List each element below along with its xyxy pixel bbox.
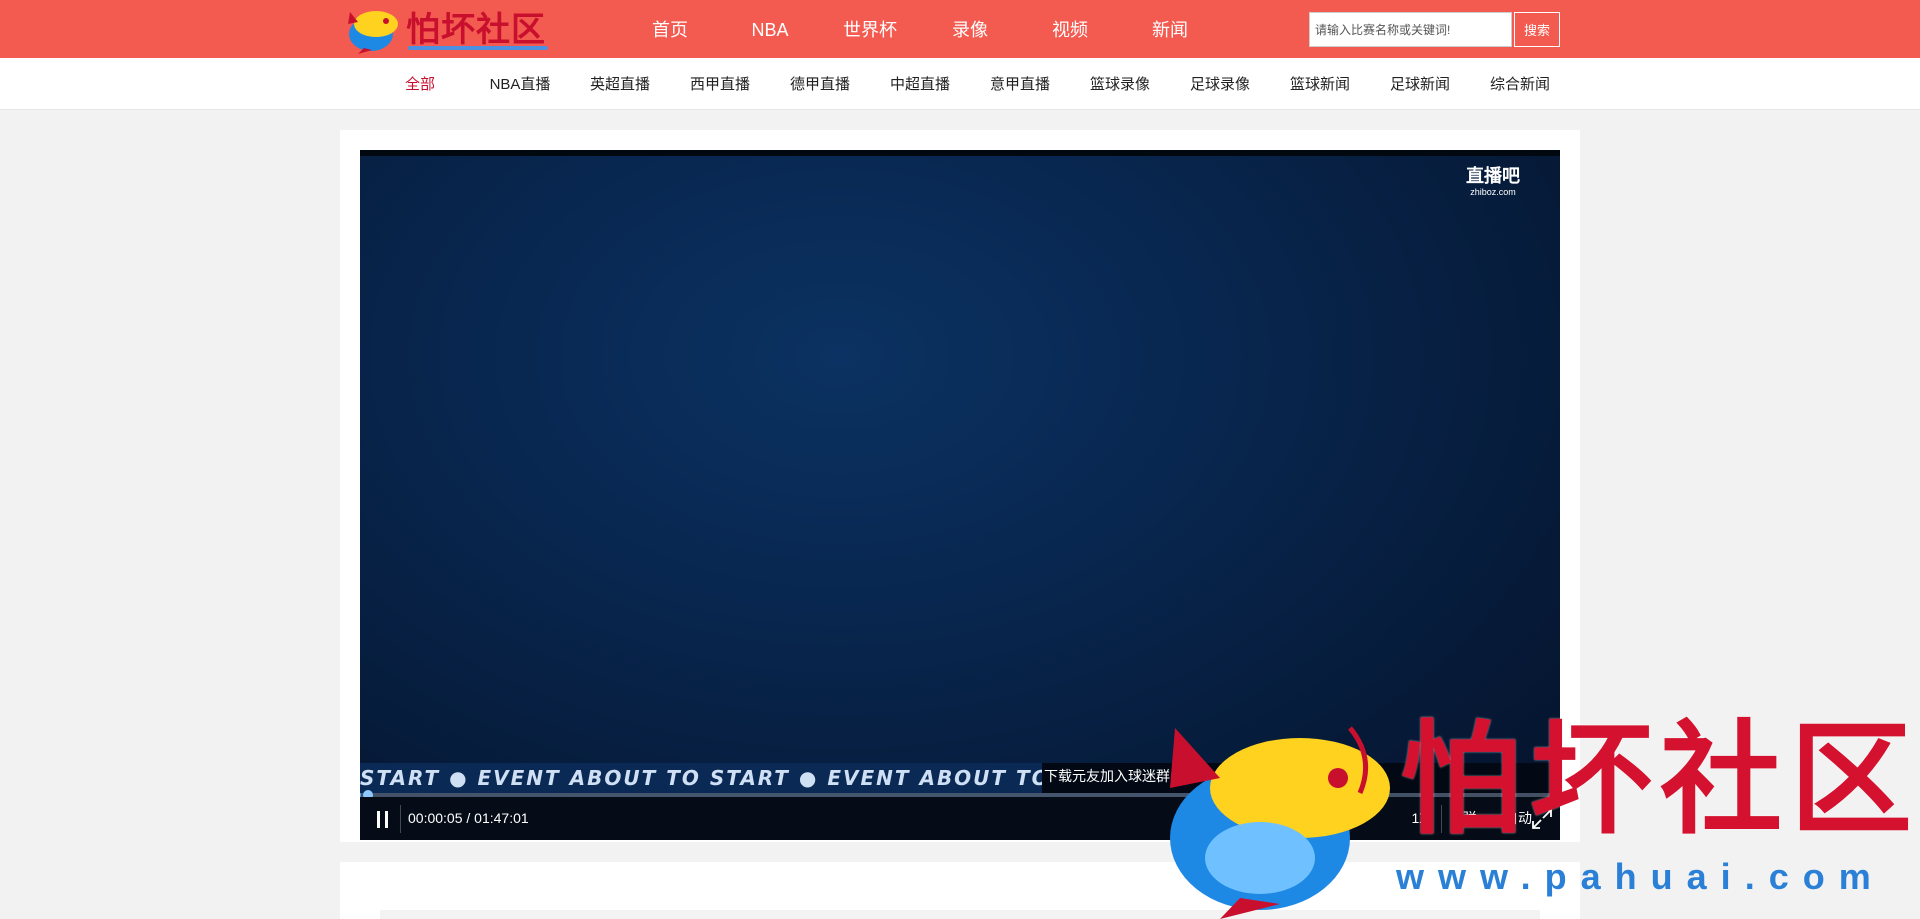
category-nav: 全部 NBA直播 英超直播 西甲直播 德甲直播 中超直播 意甲直播 篮球录像 足…	[370, 58, 1570, 110]
broadcaster-name: 直播吧	[1466, 166, 1520, 187]
category-basketball-news[interactable]: 篮球新闻	[1270, 58, 1370, 110]
player-controls: 00:00:05 / 01:47:01 1X 弹 自动	[360, 797, 1560, 840]
marquee-message: 下载元友加入球迷群:	[1044, 768, 1174, 784]
control-divider	[400, 805, 401, 833]
pause-button[interactable]	[366, 797, 400, 840]
search-input[interactable]	[1309, 12, 1512, 47]
category-bundesliga-live[interactable]: 德甲直播	[770, 58, 870, 110]
main-nav: 首页 NBA 世界杯 录像 视频 新闻	[620, 0, 1220, 58]
nav-nba[interactable]: NBA	[720, 0, 820, 58]
broadcaster-watermark: 直播吧 zhiboz.com	[1466, 162, 1520, 197]
secondary-panel-content	[380, 910, 1540, 919]
nav-replay[interactable]: 录像	[920, 0, 1020, 58]
category-nba-live[interactable]: NBA直播	[470, 58, 570, 110]
nav-world-cup[interactable]: 世界杯	[820, 0, 920, 58]
volume-icon[interactable]	[1236, 807, 1260, 831]
pause-icon	[385, 811, 388, 828]
video-frame[interactable]	[360, 150, 1560, 840]
ticker-text: START ● EVENT ABOUT TO START ● EVENT ABO…	[360, 766, 1126, 790]
pause-icon	[377, 811, 380, 828]
danmaku-button[interactable]: 弹	[1450, 797, 1490, 840]
nav-news[interactable]: 新闻	[1120, 0, 1220, 58]
category-football-replay[interactable]: 足球录像	[1170, 58, 1270, 110]
category-general-news[interactable]: 综合新闻	[1470, 58, 1570, 110]
playback-speed-button[interactable]: 1X	[1400, 797, 1440, 840]
nav-video[interactable]: 视频	[1020, 0, 1120, 58]
category-laliga-live[interactable]: 西甲直播	[670, 58, 770, 110]
time-display: 00:00:05 / 01:47:01	[408, 810, 529, 826]
category-csl-live[interactable]: 中超直播	[870, 58, 970, 110]
nav-home[interactable]: 首页	[620, 0, 720, 58]
category-bar: 全部 NBA直播 英超直播 西甲直播 德甲直播 中超直播 意甲直播 篮球录像 足…	[0, 58, 1920, 110]
video-top-edge	[360, 150, 1560, 156]
site-logo[interactable]: 怕坏社区	[344, 2, 548, 56]
control-divider	[1441, 805, 1442, 833]
logo-text: 怕坏社区	[406, 10, 546, 50]
broadcaster-domain: zhiboz.com	[1470, 187, 1516, 197]
category-seriea-live[interactable]: 意甲直播	[970, 58, 1070, 110]
fullscreen-icon[interactable]	[1530, 807, 1554, 831]
category-all[interactable]: 全部	[370, 58, 470, 110]
search-button[interactable]: 搜索	[1514, 12, 1560, 47]
category-epl-live[interactable]: 英超直播	[570, 58, 670, 110]
secondary-panel	[340, 862, 1580, 919]
fish-logo-icon	[348, 11, 398, 54]
category-football-news[interactable]: 足球新闻	[1370, 58, 1470, 110]
category-basketball-replay[interactable]: 篮球录像	[1070, 58, 1170, 110]
top-header: 怕坏社区 首页 NBA 世界杯 录像 视频 新闻 搜索	[0, 0, 1920, 58]
logo-underline	[408, 46, 548, 50]
video-player[interactable]: 直播吧 zhiboz.com START ● EVENT ABOUT TO ST…	[360, 150, 1560, 840]
